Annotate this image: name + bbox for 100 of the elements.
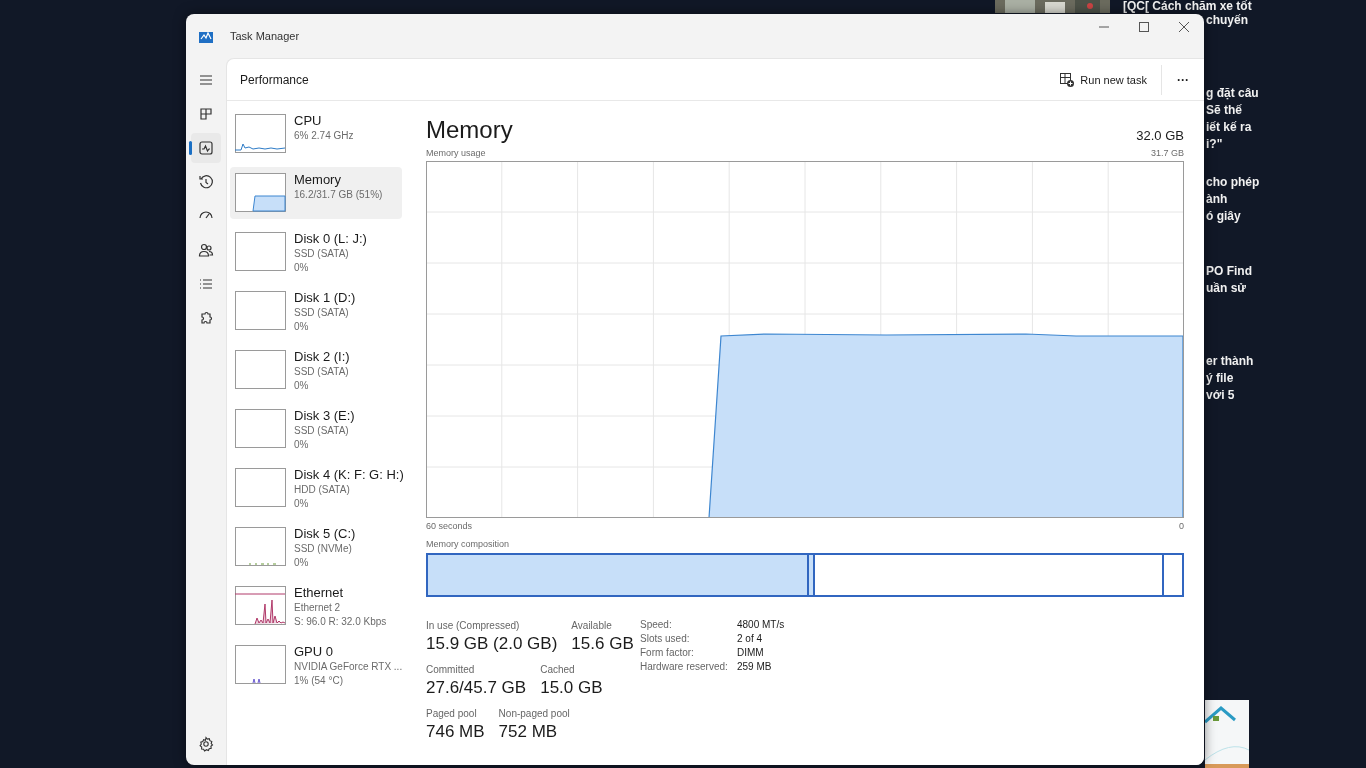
more-button[interactable]: ··· [1162,68,1204,91]
disk-graph [235,232,286,271]
device-item[interactable]: GPU 0 NVIDIA GeForce RTX ... 1% (54 °C) [230,639,402,691]
stat-value: 746 MB [426,721,485,743]
property-value: 259 MB [737,661,773,672]
device-detail: SSD (SATA) [294,306,349,320]
device-name: Disk 5 (C:) [294,525,356,542]
settings-icon [197,735,215,753]
stat-label: Available [571,619,613,632]
stat-label: Non-paged pool [498,707,570,720]
device-detail: SSD (SATA) [294,247,349,261]
device-name: Disk 4 (K: F: G: H:) [294,466,404,483]
device-name: Memory [294,171,341,188]
stat-label: In use (Compressed) [426,619,521,632]
window-title: Task Manager [230,30,300,42]
page-title: Performance [240,72,309,87]
device-reading: 0% [294,497,309,511]
device-detail: 16.2/31.7 GB (51%) [294,188,383,202]
headline-text: ành [1206,191,1229,208]
run-new-task-button[interactable]: Run new task [1054,68,1153,91]
headline-text: ý file [1206,370,1235,387]
device-detail: Ethernet 2 [294,601,341,615]
device-item[interactable]: Disk 5 (C:) SSD (NVMe) 0% [230,521,402,573]
headline-text: cho phép [1206,174,1260,191]
device-reading: 0% [294,379,309,393]
cpu-graph [235,114,286,153]
device-detail: SSD (NVMe) [294,542,352,556]
disk-graph [235,527,286,566]
stat-value: 27.6/45.7 GB [426,677,527,699]
property-value: 4800 MT/s [737,619,785,630]
nav-tab[interactable] [191,133,221,163]
property-label: Hardware reserved: [640,661,729,672]
headline-text: ó giây [1206,208,1242,225]
graph-max-label: 31.7 GB [1150,147,1184,159]
gpu-graph [235,645,286,684]
disk-graph [235,291,286,330]
grid-icon [197,105,215,123]
device-reading: 0% [294,438,309,452]
stat-value: 15.0 GB [540,677,603,699]
device-reading: 0% [294,556,309,570]
property-label: Speed: [640,619,673,630]
device-reading: 0% [294,320,309,334]
device-item[interactable]: Disk 4 (K: F: G: H:) HDD (SATA) 0% [230,462,402,514]
device-name: Disk 2 (I:) [294,348,350,365]
device-name: Disk 1 (D:) [294,289,356,306]
headline-text: Sẽ thế [1206,102,1243,119]
time-axis-label: 60 seconds [426,520,473,532]
device-name: CPU [294,112,322,129]
property-label: Slots used: [640,633,691,644]
headline-text: PO Find [1206,263,1252,280]
section-title: Memory [426,115,513,145]
device-item[interactable]: Disk 3 (E:) SSD (SATA) 0% [230,403,402,455]
device-detail: 6% 2.74 GHz [294,129,354,143]
device-item[interactable]: Memory 16.2/31.7 GB (51%) [230,167,402,219]
property-value: DIMM [737,647,765,658]
stat-label: Cached [540,663,576,676]
maximize-icon [1139,22,1149,32]
headline-text: g đặt câu [1206,85,1259,102]
device-detail: SSD (SATA) [294,424,349,438]
disk-graph [235,468,286,507]
device-reading: 1% (54 °C) [294,674,343,688]
headline-text: với 5 [1206,387,1236,404]
graph-label: Memory composition [426,538,511,550]
device-detail: HDD (SATA) [294,483,350,497]
headline-text: er thành [1206,353,1254,370]
headline-text: chuyến [1206,12,1248,29]
network-graph [235,586,286,625]
users-icon [197,241,215,259]
device-name: GPU 0 [294,643,333,660]
device-reading: S: 96.0 R: 32.0 Kbps [294,615,387,629]
stat-label: Paged pool [426,707,478,720]
property-value: 2 of 4 [737,633,764,644]
device-name: Disk 3 (E:) [294,407,355,424]
stat-value: 15.6 GB [571,633,634,655]
memory-graph [235,173,286,212]
stat-value: 752 MB [498,721,559,743]
pulse-icon [197,139,215,157]
device-item[interactable]: CPU 6% 2.74 GHz [230,108,402,160]
total-memory: 32.0 GB [1136,128,1184,143]
close-icon [1179,22,1189,32]
device-detail: SSD (SATA) [294,365,349,379]
device-item[interactable]: Disk 2 (I:) SSD (SATA) 0% [230,344,402,396]
property-label: Form factor: [640,647,695,658]
headline-text: i?" [1206,136,1224,153]
device-reading: 0% [294,261,309,275]
time-axis-label: 0 [1179,520,1184,532]
stat-value: 15.9 GB (2.0 GB) [426,633,558,655]
device-name: Ethernet [294,584,344,601]
new-task-icon [1060,72,1075,87]
device-item[interactable]: Disk 1 (D:) SSD (SATA) 0% [230,285,402,337]
headline-text: uần sử [1206,280,1248,297]
device-item[interactable]: Disk 0 (L: J:) SSD (SATA) 0% [230,226,402,278]
app-icon [199,29,213,43]
headline-link[interactable]: [QC[ Cách chăm xe tốt [1123,0,1252,13]
clock-icon [197,173,215,191]
device-name: Disk 0 (L: J:) [294,230,367,247]
headline-text: iết kế ra [1206,119,1253,136]
device-item[interactable]: Ethernet Ethernet 2 S: 96.0 R: 32.0 Kbps [230,580,402,632]
disk-graph [235,409,286,448]
graph-label: Memory usage [426,147,486,159]
